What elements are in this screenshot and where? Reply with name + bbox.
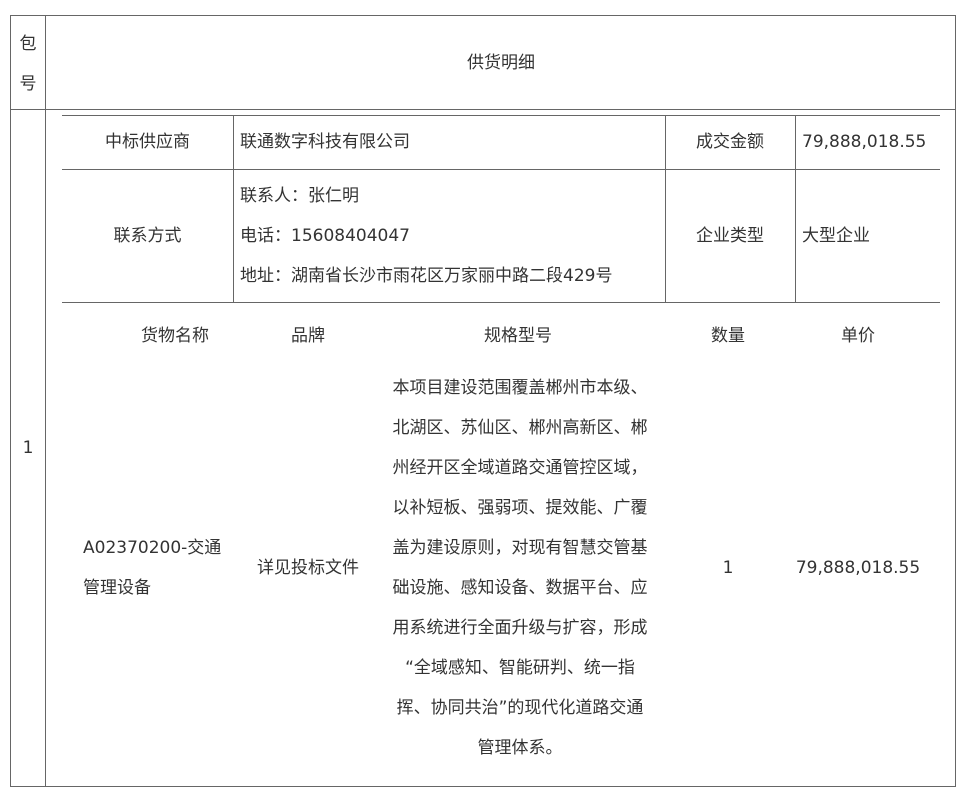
contact-address: 地址：湖南省长沙市雨花区万家丽中路二段429号 [240, 266, 613, 286]
spec-header: 规格型号 [484, 326, 552, 346]
spec-line-10: 管理体系。 [477, 738, 563, 758]
package-number: 1 [22, 438, 34, 458]
contact-phone: 电话：15608404047 [240, 226, 410, 246]
package-header-char-1: 包 [19, 34, 37, 54]
inner-top-border [62, 115, 940, 116]
spec-line-7: 用系统进行全面升级与扩容，形成 [392, 618, 648, 638]
unit-price-header: 单价 [841, 326, 875, 346]
spec-line-3: 州经开区全域道路交通管控区域， [392, 458, 648, 478]
supplier-label: 中标供应商 [105, 132, 190, 152]
contact-person: 联系人：张仁明 [240, 186, 359, 206]
quantity-value: 1 [722, 558, 734, 578]
spec-line-2: 北湖区、苏仙区、郴州高新区、郴 [392, 418, 648, 438]
amount-value: 79,888,018.55 [802, 132, 927, 152]
contact-row-divider [62, 302, 940, 303]
spec-line-9: 挥、协同共治”的现代化道路交通 [396, 698, 644, 718]
unit-price-value: 79,888,018.55 [795, 558, 921, 578]
table-bottom-border [10, 786, 956, 787]
inner-col-divider-3 [795, 115, 796, 303]
supplier-value: 联通数字科技有限公司 [240, 132, 410, 152]
goods-name-line-1: A02370200-交通 [83, 538, 222, 558]
table-left-border [10, 15, 11, 787]
table-right-border [955, 15, 956, 787]
brand-value: 详见投标文件 [257, 558, 359, 578]
package-col-divider [45, 15, 46, 787]
table-top-border [10, 15, 956, 16]
supplier-row-divider [62, 169, 940, 170]
spec-line-4: 以补短板、强弱项、提效能、广覆 [392, 498, 648, 518]
goods-name-header: 货物名称 [141, 326, 209, 346]
amount-label: 成交金额 [696, 132, 764, 152]
goods-name-line-2: 管理设备 [83, 578, 151, 598]
supply-detail-header: 供货明细 [467, 53, 535, 73]
contact-label: 联系方式 [113, 226, 182, 246]
enterprise-type-value: 大型企业 [802, 226, 870, 246]
spec-line-1: 本项目建设范围覆盖郴州市本级、 [392, 378, 648, 398]
spec-line-8: “全域感知、智能研判、统一指 [405, 658, 635, 678]
enterprise-type-label: 企业类型 [696, 226, 764, 246]
package-header-char-2: 号 [19, 74, 37, 94]
brand-header: 品牌 [291, 326, 325, 346]
spec-line-5: 盖为建设原则，对现有智慧交管基 [392, 538, 648, 558]
inner-col-divider-1 [233, 115, 234, 303]
quantity-header: 数量 [711, 326, 745, 346]
spec-line-6: 础设施、感知设备、数据平台、应 [392, 578, 648, 598]
table-header-divider [10, 109, 956, 110]
